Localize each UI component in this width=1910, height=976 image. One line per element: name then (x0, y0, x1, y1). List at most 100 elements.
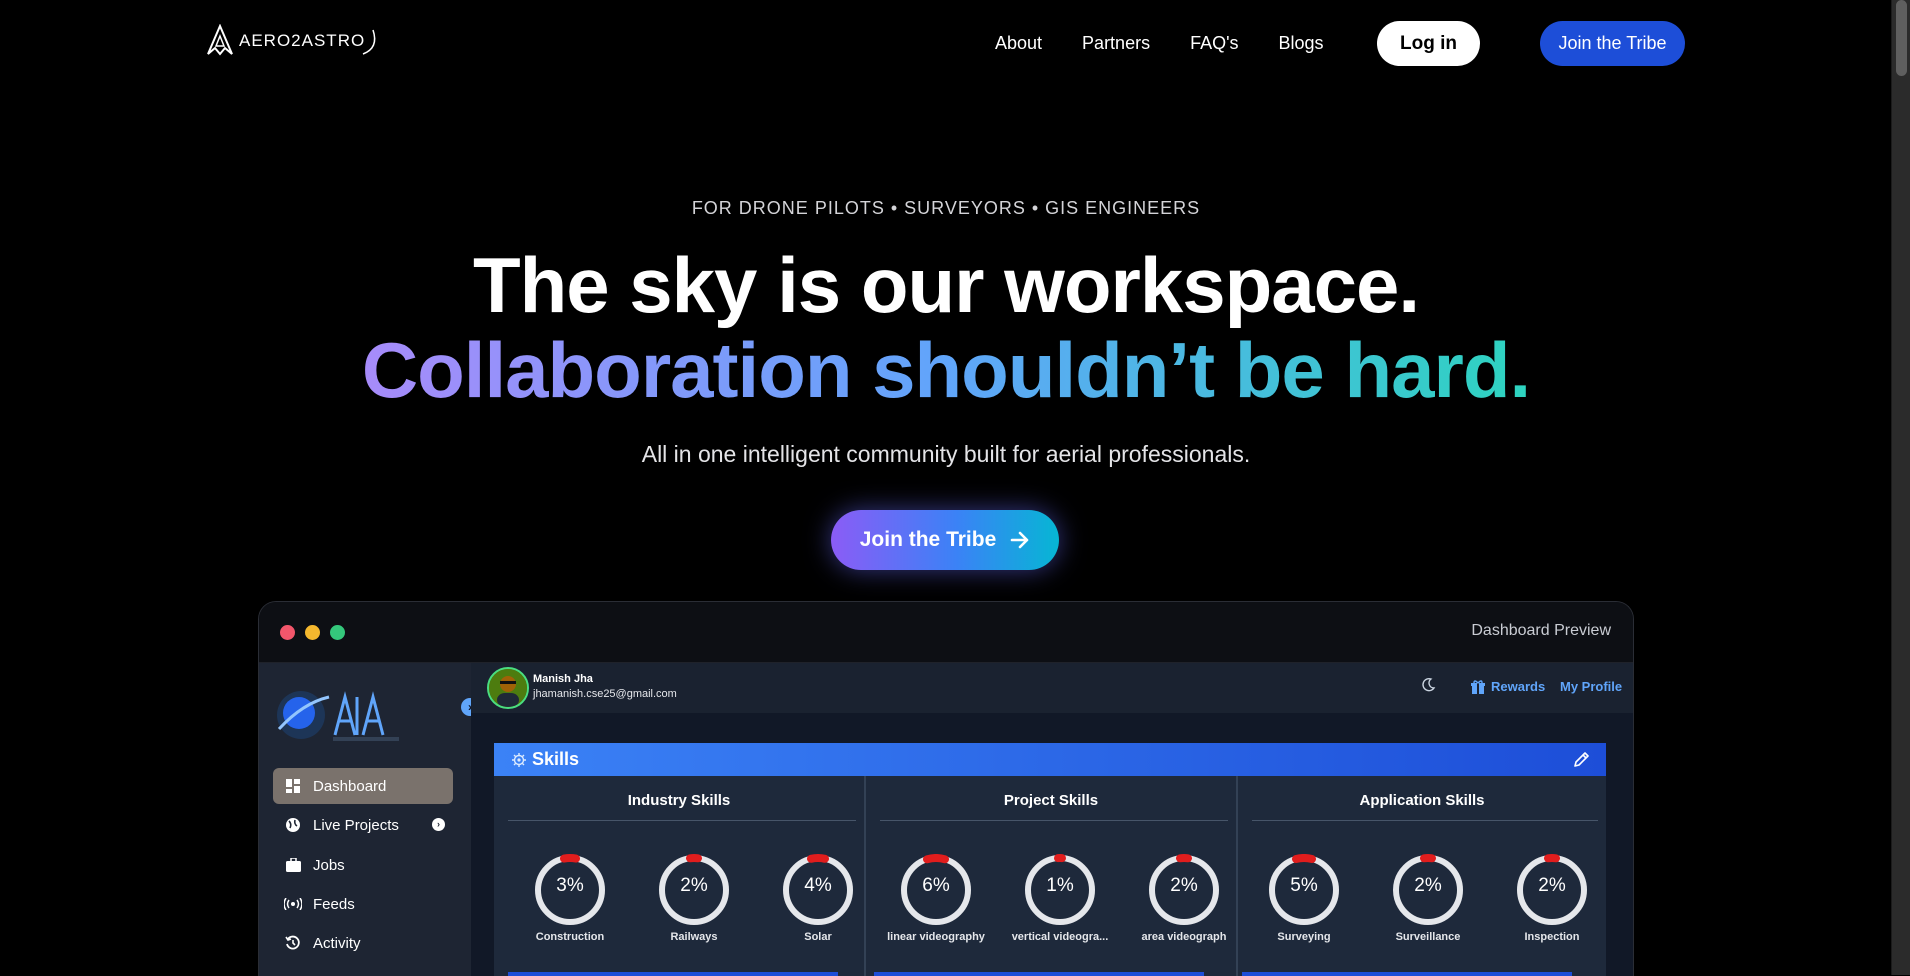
skill-percent: 2% (680, 875, 708, 896)
my-profile-link[interactable]: My Profile (1560, 679, 1622, 694)
sidebar-item-activity[interactable]: Activity (273, 925, 453, 961)
sidebar-item-label: Activity (313, 934, 361, 952)
skill-label: Railways (670, 931, 718, 943)
skill-progress-ring: 1% (1024, 854, 1096, 926)
dashboard-preview-window: Dashboard Preview › Dashboard Live Proje… (258, 601, 1634, 976)
landing-page: AERO2ASTRO About Partners FAQ's Blogs Lo… (0, 0, 1892, 976)
orbit-swoosh-icon (362, 29, 376, 55)
page-scrollbar-thumb[interactable] (1896, 0, 1907, 76)
window-minimize-dot (305, 625, 320, 640)
pencil-icon[interactable] (1572, 751, 1590, 769)
hero-headline-gradient-text: Collaboration shouldn’t be hard. (361, 326, 1531, 414)
brand-logo[interactable]: AERO2ASTRO (205, 24, 381, 58)
skills-column-application: Application Skills 5% Surveying 2% Surve… (1238, 776, 1606, 976)
skill-label: area videograph (1141, 931, 1227, 943)
skills-title: Skills (532, 749, 580, 769)
skill-percent: 2% (1170, 875, 1198, 896)
skill-label: vertical videogra... (1011, 931, 1109, 943)
nav-link-faqs[interactable]: FAQ's (1190, 22, 1238, 64)
column-title: Application Skills (1359, 792, 1485, 809)
skills-column-industry: Industry Skills 3% Construction 2% Railw… (494, 776, 864, 976)
column-rule (508, 820, 856, 821)
skill-label: linear videography (887, 931, 985, 943)
skill-percent: 2% (1538, 875, 1566, 896)
globe-icon (273, 817, 313, 833)
column-rule (1252, 820, 1598, 821)
sidebar-item-label: Dashboard (313, 777, 387, 795)
hero-eyebrow: FOR DRONE PILOTS • SURVEYORS • GIS ENGIN… (691, 198, 1201, 218)
dashboard-topbar: Manish Jha jhamanish.cse25@gmail.com Rew… (471, 663, 1633, 713)
skills-header: Skills (494, 743, 1606, 776)
dashboard-content: Skills Industry Skills 3% Construction 2… (471, 713, 1633, 976)
skill-percent: 5% (1290, 875, 1318, 896)
column-scroll-bar[interactable] (874, 972, 1204, 976)
skill-label: Solar (804, 931, 832, 943)
moon-icon[interactable] (1420, 677, 1436, 693)
hero-subtitle: All in one intelligent community built f… (641, 441, 1251, 467)
skill-percent: 1% (1046, 875, 1074, 896)
skills-panel: Industry Skills 3% Construction 2% Railw… (494, 776, 1606, 976)
skill-percent: 6% (922, 875, 950, 896)
column-rule (880, 820, 1228, 821)
skill-progress-ring: 6% (900, 854, 972, 926)
skill-percent: 4% (804, 875, 832, 896)
column-scroll-bar[interactable] (508, 972, 838, 976)
skill-progress-ring: 2% (1516, 854, 1588, 926)
dashboard-app: › Dashboard Live Projects › Jobs Feeds A… (259, 663, 1633, 976)
cta-label: Join the Tribe (859, 528, 997, 551)
gear-icon (512, 752, 526, 767)
skill-progress-ring: 2% (1392, 854, 1464, 926)
sidebar-item-label: Live Projects (313, 816, 399, 834)
skill-progress-ring: 2% (658, 854, 730, 926)
skill-label: Inspection (1524, 931, 1580, 943)
skill-percent: 2% (1414, 875, 1442, 896)
column-title: Project Skills (1003, 792, 1099, 809)
rewards-label: Rewards (1491, 679, 1546, 694)
sidebar-item-jobs[interactable]: Jobs (273, 847, 453, 883)
gift-icon (1471, 679, 1485, 694)
sidebar-item-live-projects[interactable]: Live Projects › (273, 807, 453, 843)
chevron-right-icon[interactable]: › (432, 818, 445, 831)
window-maximize-dot (330, 625, 345, 640)
hero-headline: The sky is our workspace. (472, 241, 1420, 329)
sidebar-item-label: Jobs (313, 856, 345, 874)
skill-progress-ring: 4% (782, 854, 854, 926)
skill-label: Surveillance (1395, 931, 1461, 943)
arrow-right-icon (1010, 531, 1029, 549)
sidebar-item-label: Feeds (313, 895, 355, 913)
skill-progress-ring: 5% (1268, 853, 1340, 926)
briefcase-icon (273, 858, 313, 872)
skill-label: Construction (535, 931, 605, 943)
user-name: Manish Jha (533, 673, 593, 685)
join-tribe-nav-button[interactable]: Join the Tribe (1540, 21, 1685, 66)
skill-percent: 3% (556, 875, 584, 896)
history-icon (273, 935, 313, 951)
nav-link-blogs[interactable]: Blogs (1279, 22, 1324, 64)
skill-label: Surveying (1277, 931, 1331, 943)
rewards-link[interactable]: Rewards (1471, 679, 1545, 694)
window-titlebar: Dashboard Preview (259, 602, 1633, 663)
window-close-dot (280, 625, 295, 640)
grid-icon (273, 779, 313, 793)
app-logo-icon (277, 691, 399, 741)
nav-link-about[interactable]: About (995, 22, 1042, 64)
broadcast-icon (273, 898, 313, 910)
avatar[interactable] (487, 667, 529, 709)
skills-column-project: Project Skills 6% linear videography 1% … (866, 776, 1236, 976)
sidebar-item-dashboard[interactable]: Dashboard (273, 768, 453, 804)
main-nav: About Partners FAQ's Blogs (995, 22, 1364, 64)
skill-progress-ring: 2% (1148, 854, 1220, 926)
login-button[interactable]: Log in (1377, 21, 1480, 66)
hero-headline-gradient: Collaboration shouldn’t be hard. (0, 328, 1892, 412)
sidebar-item-feeds[interactable]: Feeds (273, 886, 453, 922)
column-title: Industry Skills (627, 792, 731, 809)
column-scroll-bar[interactable] (1242, 972, 1572, 976)
skill-progress-ring: 3% (534, 854, 606, 926)
page-scrollbar[interactable] (1891, 0, 1910, 975)
brand-logo-text: AERO2ASTRO (239, 31, 366, 50)
nav-link-partners[interactable]: Partners (1082, 22, 1150, 64)
rocket-logo-icon (207, 24, 233, 56)
window-title: Dashboard Preview (1471, 622, 1611, 639)
join-tribe-cta-button[interactable]: Join the Tribe (831, 510, 1059, 570)
user-email: jhamanish.cse25@gmail.com (533, 688, 677, 700)
